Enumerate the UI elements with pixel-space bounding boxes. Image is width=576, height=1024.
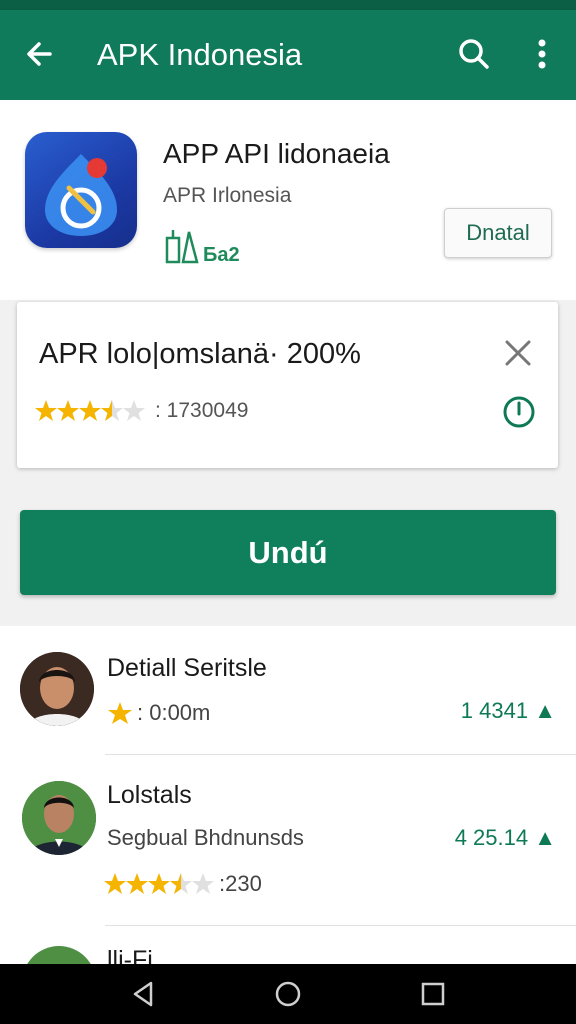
home-icon[interactable] xyxy=(272,978,304,1010)
list-item[interactable]: Lolstals Segbual Bhdnunsds :230 4 25.14 … xyxy=(0,755,576,926)
list-item[interactable]: Detiall Seritsle : 0:00m 1 4341 ▲ xyxy=(0,626,576,755)
back-arrow-icon[interactable] xyxy=(20,34,60,74)
app-title: APP API lidonaeia xyxy=(163,138,390,169)
install-button[interactable]: Dnatal xyxy=(444,208,552,258)
recents-icon[interactable] xyxy=(417,978,449,1010)
app-developer[interactable]: APR Irlonesia xyxy=(163,184,291,208)
list-item[interactable]: lli-Fi xyxy=(0,926,576,964)
arrow-up-icon: ▲ xyxy=(534,825,556,850)
progress-title: APR lolo|omslanä· 200% xyxy=(39,338,361,370)
badge-text: Бa2 xyxy=(203,244,240,266)
close-icon[interactable] xyxy=(501,336,535,370)
system-nav-bar xyxy=(0,964,576,1024)
item-title: Lolstals xyxy=(107,781,192,809)
back-icon[interactable] xyxy=(127,978,159,1010)
avatar xyxy=(20,652,94,726)
star-icon xyxy=(108,702,132,724)
clock-icon[interactable] xyxy=(501,394,537,430)
item-meta-text: :230 xyxy=(219,871,262,896)
item-subtitle: Segbual Bhdnunsds xyxy=(107,825,304,850)
download-button[interactable]: Undú xyxy=(20,510,556,595)
item-meta-text: : 0:00m xyxy=(137,700,211,725)
item-size: 4 25.14 ▲ xyxy=(455,825,556,851)
item-size-text: 1 4341 xyxy=(460,698,529,723)
rating-stars xyxy=(35,400,145,421)
related-apps-list: Detiall Seritsle : 0:00m 1 4341 ▲ Lolsta… xyxy=(0,626,576,964)
item-title: Detiall Seritsle xyxy=(107,654,267,682)
app-badges: Бa2 xyxy=(163,226,240,266)
app-logo-icon xyxy=(25,132,137,248)
avatar xyxy=(22,781,96,855)
item-title: lli-Fi xyxy=(107,946,153,964)
avatar xyxy=(22,946,96,964)
item-size-text: 4 25.14 xyxy=(454,825,529,850)
rating-count: : 1730049 xyxy=(155,399,249,422)
arrow-up-icon: ▲ xyxy=(534,698,556,723)
search-icon[interactable] xyxy=(454,34,494,74)
item-size: 1 4341 ▲ xyxy=(461,698,556,724)
content-rating-icon xyxy=(165,230,199,264)
download-progress-card: APR lolo|omslanä· 200% : 1730049 xyxy=(17,302,558,468)
page-title: APK Indonesia xyxy=(97,37,303,72)
app-bar: APK Indonesia xyxy=(0,10,576,100)
status-bar xyxy=(0,0,576,10)
rating-stars xyxy=(104,873,214,894)
more-vert-icon[interactable] xyxy=(524,34,560,74)
app-header-card: APP API lidonaeia APR Irlonesia Бa2 Dnat… xyxy=(0,100,576,300)
